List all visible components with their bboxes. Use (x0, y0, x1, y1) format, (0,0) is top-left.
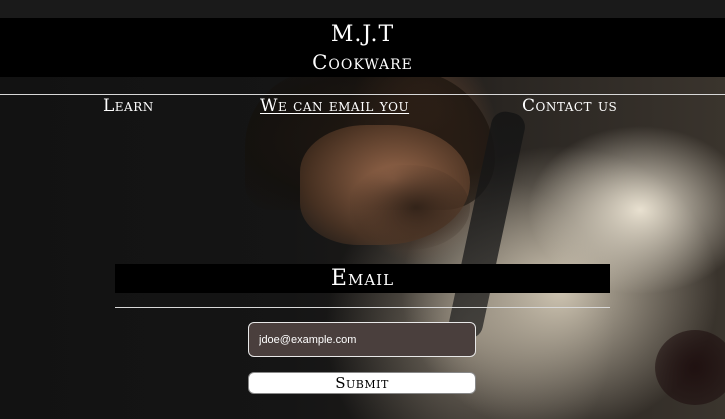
email-input[interactable] (248, 322, 476, 357)
nav-link-contact[interactable]: Contact us (522, 96, 617, 116)
form-divider (115, 307, 610, 308)
nav-link-email[interactable]: We can email you (260, 96, 409, 116)
shirt-patch (655, 330, 725, 405)
brand-header: M.J.T Cookware (0, 18, 725, 77)
main-nav: Learn We can email you Contact us (0, 94, 725, 118)
email-section-heading: Email (115, 264, 610, 293)
nav-link-learn[interactable]: Learn (103, 96, 154, 116)
brand-name: M.J.T (330, 22, 395, 47)
brand-subtitle: Cookware (312, 50, 413, 74)
submit-button[interactable]: Submit (248, 372, 476, 394)
chef-beard (350, 165, 470, 250)
top-bar (0, 0, 725, 18)
